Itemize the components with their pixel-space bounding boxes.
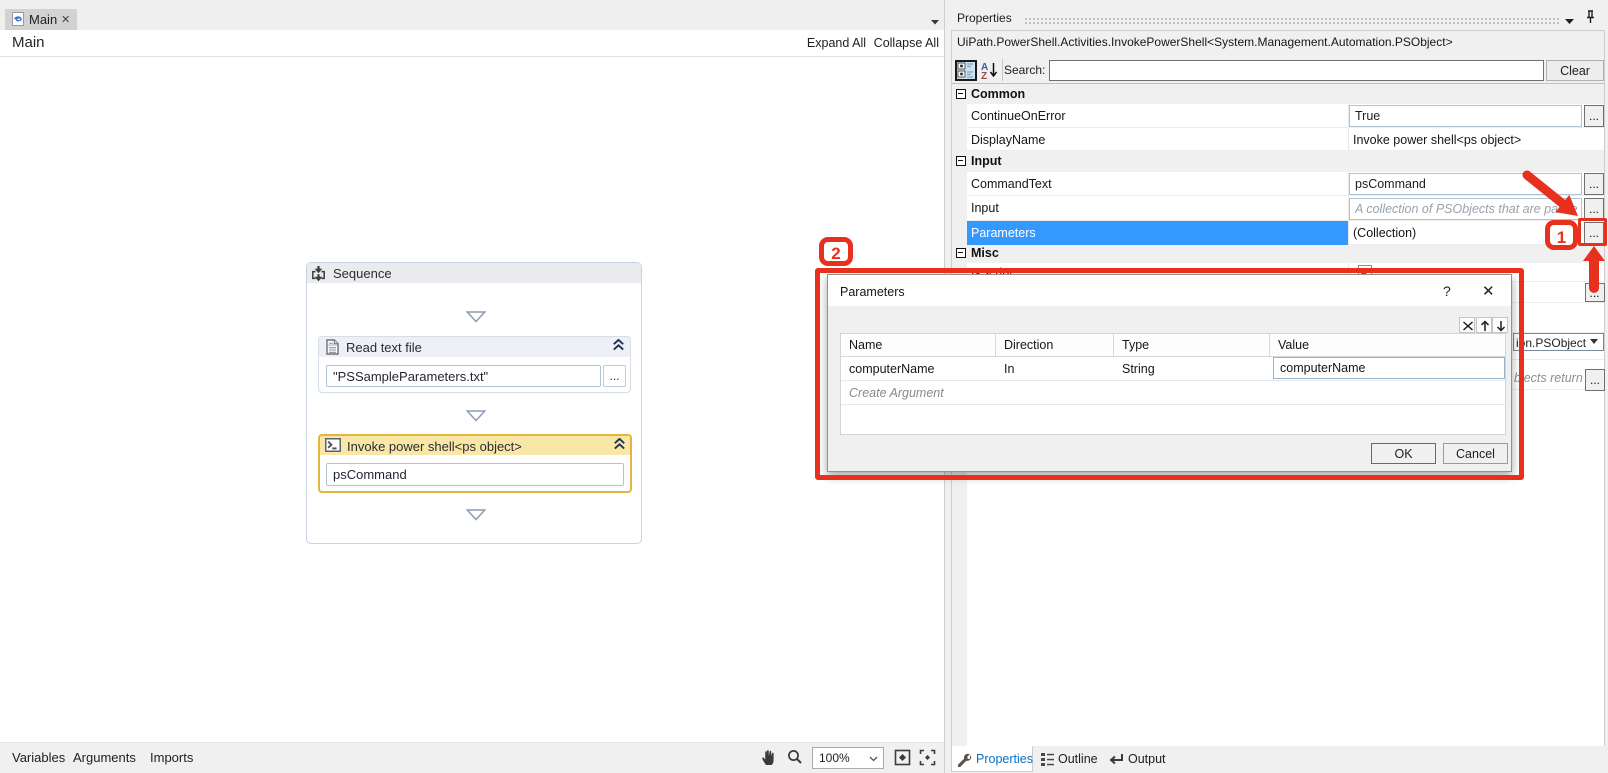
svg-text:Z: Z (981, 71, 987, 80)
